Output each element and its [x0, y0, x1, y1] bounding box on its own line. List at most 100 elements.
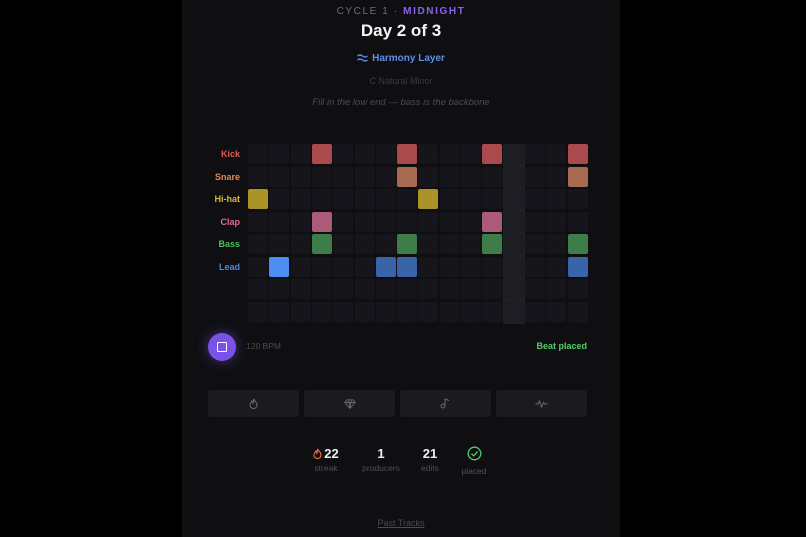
step-cell[interactable]	[311, 301, 332, 322]
step-cell[interactable]	[290, 301, 311, 322]
step-cell[interactable]	[439, 256, 460, 277]
tool-button-note[interactable]	[400, 390, 491, 417]
tool-button-diamond[interactable]	[304, 390, 395, 417]
step-cell[interactable]	[439, 234, 460, 254]
step-cell[interactable]	[418, 211, 439, 232]
step-cell[interactable]	[397, 189, 418, 209]
step-cell[interactable]	[461, 189, 481, 209]
step-cell[interactable]	[567, 279, 588, 299]
step-cell[interactable]	[354, 211, 375, 232]
step-cell[interactable]	[524, 189, 545, 209]
step-cell[interactable]	[461, 256, 481, 277]
step-cell[interactable]	[503, 256, 524, 277]
step-cell[interactable]	[354, 189, 375, 209]
step-cell[interactable]	[290, 189, 311, 209]
step-cell-active[interactable]	[311, 211, 332, 232]
step-cell[interactable]	[375, 144, 396, 164]
step-cell[interactable]	[482, 166, 503, 187]
step-cell-active[interactable]	[567, 144, 588, 164]
step-cell[interactable]	[503, 234, 524, 254]
step-cell[interactable]	[524, 256, 545, 277]
step-cell[interactable]	[311, 256, 332, 277]
step-cell[interactable]	[311, 189, 332, 209]
step-cell[interactable]	[524, 234, 545, 254]
step-cell[interactable]	[248, 301, 268, 322]
step-cell[interactable]	[269, 234, 290, 254]
step-cell[interactable]	[546, 189, 567, 209]
step-cell[interactable]	[397, 301, 418, 322]
step-cell-active[interactable]	[397, 234, 418, 254]
step-cell[interactable]	[482, 256, 503, 277]
step-cell[interactable]	[418, 279, 439, 299]
step-cell[interactable]	[546, 256, 567, 277]
step-cell[interactable]	[461, 301, 481, 322]
step-cell[interactable]	[333, 144, 354, 164]
step-cell[interactable]	[397, 211, 418, 232]
step-cell[interactable]	[248, 279, 268, 299]
step-cell-active[interactable]	[482, 144, 503, 164]
stop-button[interactable]	[208, 333, 236, 361]
step-cell[interactable]	[248, 211, 268, 232]
step-cell-active[interactable]	[482, 234, 503, 254]
step-cell[interactable]	[290, 234, 311, 254]
step-cell[interactable]	[269, 144, 290, 164]
step-cell[interactable]	[567, 211, 588, 232]
step-cell[interactable]	[354, 279, 375, 299]
step-cell-active[interactable]	[397, 256, 418, 277]
step-cell[interactable]	[354, 301, 375, 322]
step-cell[interactable]	[524, 211, 545, 232]
step-cell[interactable]	[333, 301, 354, 322]
step-cell[interactable]	[482, 301, 503, 322]
step-cell[interactable]	[375, 301, 396, 322]
step-cell-active[interactable]	[311, 234, 332, 254]
step-cell[interactable]	[439, 166, 460, 187]
step-cell[interactable]	[567, 301, 588, 322]
step-cell[interactable]	[375, 211, 396, 232]
step-cell[interactable]	[375, 279, 396, 299]
step-cell[interactable]	[290, 211, 311, 232]
tool-button-wave[interactable]	[496, 390, 587, 417]
step-cell[interactable]	[354, 256, 375, 277]
step-cell[interactable]	[461, 144, 481, 164]
step-cell[interactable]	[248, 166, 268, 187]
step-cell[interactable]	[269, 166, 290, 187]
step-cell[interactable]	[375, 189, 396, 209]
step-cell[interactable]	[439, 189, 460, 209]
step-cell[interactable]	[482, 189, 503, 209]
step-cell-active[interactable]	[567, 256, 588, 277]
step-cell[interactable]	[311, 279, 332, 299]
step-cell-active[interactable]	[269, 256, 290, 277]
past-tracks-link[interactable]: Past Tracks	[377, 518, 424, 528]
step-cell[interactable]	[546, 166, 567, 187]
step-cell[interactable]	[354, 234, 375, 254]
step-cell[interactable]	[439, 144, 460, 164]
step-cell[interactable]	[354, 166, 375, 187]
step-cell[interactable]	[439, 211, 460, 232]
step-cell[interactable]	[375, 166, 396, 187]
step-cell-active[interactable]	[248, 189, 268, 209]
step-cell[interactable]	[524, 279, 545, 299]
step-cell[interactable]	[461, 166, 481, 187]
step-cell[interactable]	[567, 189, 588, 209]
step-cell[interactable]	[333, 211, 354, 232]
step-cell[interactable]	[418, 166, 439, 187]
step-cell[interactable]	[461, 234, 481, 254]
step-cell[interactable]	[248, 256, 268, 277]
step-cell[interactable]	[503, 301, 524, 322]
step-cell[interactable]	[503, 189, 524, 209]
step-cell[interactable]	[333, 234, 354, 254]
step-cell[interactable]	[503, 211, 524, 232]
step-cell[interactable]	[461, 279, 481, 299]
step-cell[interactable]	[524, 144, 545, 164]
step-cell[interactable]	[418, 234, 439, 254]
step-cell[interactable]	[546, 144, 567, 164]
step-cell[interactable]	[503, 166, 524, 187]
step-cell[interactable]	[375, 234, 396, 254]
step-cell[interactable]	[418, 301, 439, 322]
step-cell-active[interactable]	[311, 144, 332, 164]
step-cell-active[interactable]	[482, 211, 503, 232]
step-cell[interactable]	[546, 279, 567, 299]
tool-button-flame[interactable]	[208, 390, 299, 417]
step-cell[interactable]	[333, 279, 354, 299]
step-cell[interactable]	[354, 144, 375, 164]
